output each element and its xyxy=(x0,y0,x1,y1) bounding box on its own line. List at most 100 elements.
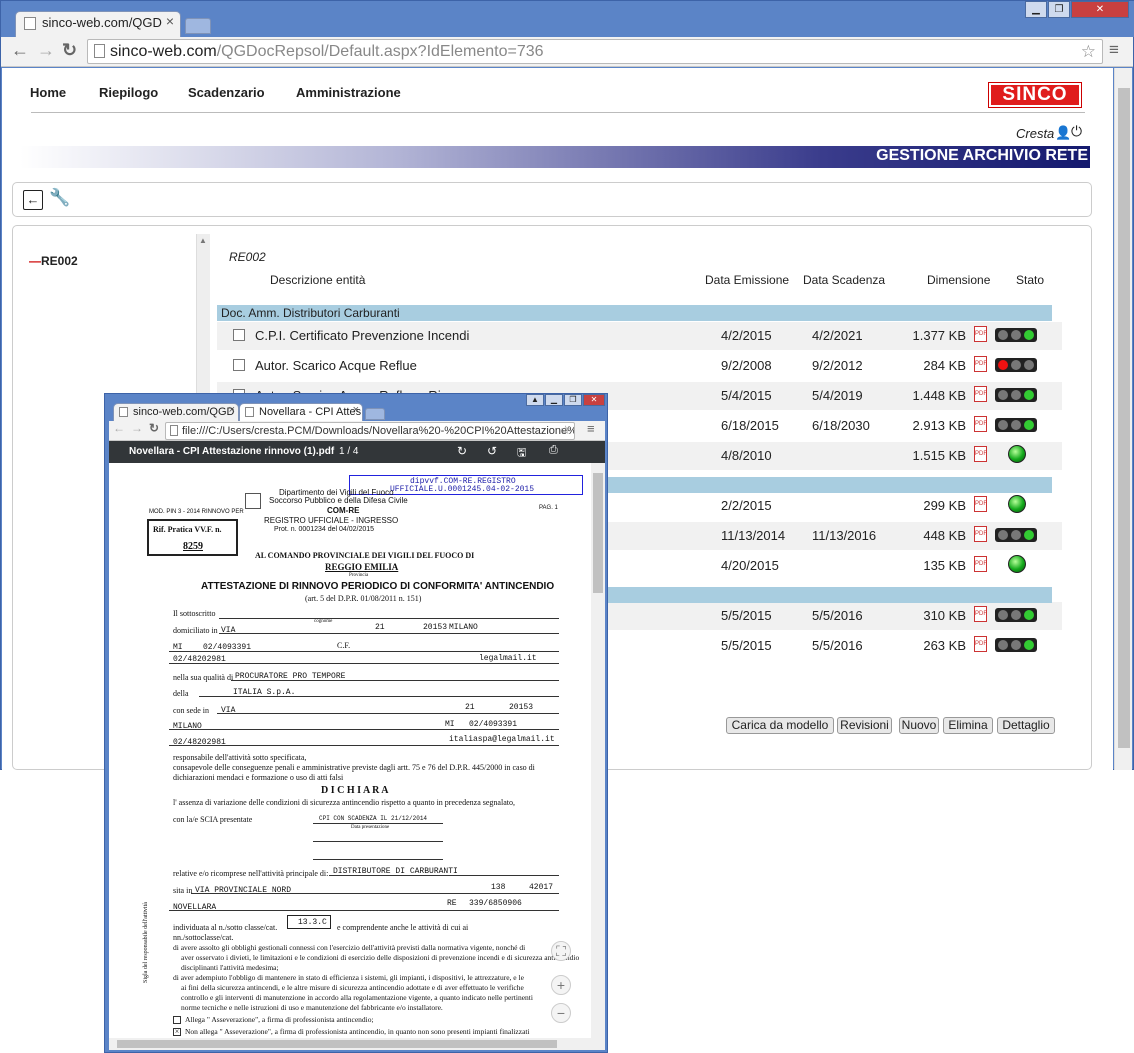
nav-scadenzario[interactable]: Scadenzario xyxy=(188,85,265,100)
pdf-icon[interactable]: PDF xyxy=(974,386,987,402)
bookmark-star-icon[interactable]: ☆ xyxy=(1081,42,1096,62)
close-tab-icon[interactable]: × xyxy=(166,13,174,29)
pdf-icon[interactable]: PDF xyxy=(974,496,987,512)
browser-toolbar: ← → ↻ file:///C:/Users/cresta.PCM/Downlo… xyxy=(109,421,605,441)
reload-icon[interactable]: ↻ xyxy=(149,421,159,435)
nav-riepilogo[interactable]: Riepilogo xyxy=(99,85,158,100)
field-label: con sede in xyxy=(173,706,209,715)
page-scrollbar[interactable] xyxy=(1114,68,1132,770)
status-traffic-light-icon xyxy=(995,638,1037,652)
back-icon[interactable]: ← xyxy=(23,190,43,210)
divider xyxy=(31,112,1085,113)
row-emissione: 9/2/2008 xyxy=(721,358,772,373)
revisioni-button[interactable]: Revisioni xyxy=(837,717,892,734)
entity-code: RE002 xyxy=(229,250,266,264)
pdf-icon[interactable]: PDF xyxy=(974,326,987,342)
col-scadenza: Data Scadenza xyxy=(803,273,886,287)
forward-arrow-icon[interactable]: → xyxy=(131,421,143,435)
close-tab-icon[interactable]: × xyxy=(353,404,359,416)
row-name[interactable]: C.P.I. Certificato Prevenzione Incendi xyxy=(255,328,469,343)
col-dimensione: Dimensione xyxy=(927,273,991,287)
pdf-icon[interactable]: PDF xyxy=(974,556,987,572)
row-emissione: 5/4/2015 xyxy=(721,388,772,403)
new-tab-button[interactable] xyxy=(185,18,211,34)
field-line xyxy=(169,910,559,911)
save-icon[interactable]: 🖫 xyxy=(517,444,526,463)
menu-icon[interactable]: ≡ xyxy=(587,421,595,436)
user-name: Cresta xyxy=(1016,126,1055,141)
table-row[interactable]: Autor. Scarico Acque Reflue 9/2/2008 9/2/2… xyxy=(217,352,1062,380)
zoom-out-icon[interactable]: − xyxy=(551,1003,571,1023)
pdf-icon[interactable]: PDF xyxy=(974,356,987,372)
body-text: disciplinanti l'attività medesima; xyxy=(181,963,279,972)
nav-home[interactable]: Home xyxy=(30,85,66,100)
row-emissione: 2/2/2015 xyxy=(721,498,772,513)
browser-tab[interactable]: sinco-web.com/QGD × xyxy=(113,403,239,421)
nav-amministrazione[interactable]: Amministrazione xyxy=(296,85,401,100)
status-traffic-light-icon xyxy=(995,528,1037,542)
nuovo-button[interactable]: Nuovo xyxy=(899,717,939,734)
restore-button[interactable]: ❐ xyxy=(564,394,582,406)
pdf-icon[interactable]: PDF xyxy=(974,636,987,652)
browser-tab-active[interactable]: Novellara - CPI Attes × xyxy=(239,403,363,421)
body-text: responsabile dell'attività sotto specifi… xyxy=(173,753,307,762)
rotate-ccw-icon[interactable]: ↻ xyxy=(457,444,467,458)
scroll-thumb[interactable] xyxy=(593,473,603,593)
new-tab-button[interactable] xyxy=(365,408,385,420)
wrench-icon[interactable]: 🔧 xyxy=(49,189,70,209)
power-icon[interactable]: ⏻ xyxy=(1071,123,1082,140)
fit-page-icon[interactable]: ⛶ xyxy=(551,941,571,961)
scroll-thumb[interactable] xyxy=(117,1040,557,1048)
row-checkbox[interactable] xyxy=(233,359,245,371)
minimize-button[interactable]: ▁ xyxy=(1025,1,1047,18)
field-label: nella sua qualità di xyxy=(173,673,234,682)
pdf-icon[interactable]: PDF xyxy=(974,416,987,432)
minimize-button[interactable]: ▁ xyxy=(545,394,563,406)
group-header[interactable]: Doc. Amm. Distributori Carburanti xyxy=(217,305,1052,321)
row-scadenza: 5/4/2019 xyxy=(812,388,863,403)
field-line xyxy=(313,823,443,824)
user-icon[interactable]: ▲ xyxy=(526,394,544,406)
address-bar[interactable]: sinco-web.com/QGDocRepsol/Default.aspx?I… xyxy=(87,39,1103,64)
dettaglio-button[interactable]: Dettaglio xyxy=(997,717,1055,734)
menu-icon[interactable]: ≡ xyxy=(1109,40,1119,60)
row-checkbox[interactable] xyxy=(233,329,245,341)
close-tab-icon[interactable]: × xyxy=(229,404,235,416)
print-icon[interactable]: ⎙ xyxy=(549,444,558,457)
restore-button[interactable]: ❐ xyxy=(1048,1,1070,18)
reload-icon[interactable]: ↻ xyxy=(62,40,77,61)
pdf-icon[interactable]: PDF xyxy=(974,526,987,542)
address-bar[interactable]: file:///C:/Users/cresta.PCM/Downloads/No… xyxy=(165,422,575,440)
close-window-button[interactable]: ✕ xyxy=(1071,1,1129,18)
pdf-icon[interactable]: PDF xyxy=(974,606,987,622)
pdf-icon[interactable]: PDF xyxy=(974,446,987,462)
field-line xyxy=(219,618,559,619)
row-size: 1.377 KB xyxy=(912,328,967,343)
bookmark-star-icon[interactable]: ☆ xyxy=(560,423,571,437)
sinco-logo: SINCO xyxy=(988,82,1082,108)
carica-da-modello-button[interactable]: Carica da modello xyxy=(726,717,834,734)
back-arrow-icon[interactable]: ← xyxy=(11,40,29,61)
browser-tab[interactable]: sinco-web.com/QGD × xyxy=(15,11,181,37)
zoom-in-icon[interactable]: + xyxy=(551,975,571,995)
status-traffic-light-icon xyxy=(995,388,1037,402)
close-window-button[interactable]: ✕ xyxy=(583,394,605,406)
pdf-horizontal-scrollbar[interactable] xyxy=(109,1038,605,1050)
scroll-thumb[interactable] xyxy=(1118,88,1130,748)
tree-root[interactable]: —RE002 xyxy=(29,254,78,268)
field-value: MI xyxy=(445,720,455,729)
table-row[interactable]: C.P.I. Certificato Prevenzione Incendi 4/… xyxy=(217,322,1062,350)
tree-toggle-icon[interactable]: — xyxy=(29,254,41,268)
body-text: Non allega " Asseverazione", a firma di … xyxy=(185,1027,530,1036)
user-icon[interactable]: 👤 xyxy=(1055,125,1071,141)
row-name[interactable]: Autor. Scarico Acque Reflue xyxy=(255,358,417,373)
pdf-vertical-scrollbar[interactable] xyxy=(591,463,605,1038)
back-arrow-icon[interactable]: ← xyxy=(113,421,125,435)
elimina-button[interactable]: Elimina xyxy=(943,717,993,734)
status-traffic-light-icon xyxy=(995,328,1037,342)
field-value: 20153 xyxy=(509,703,534,712)
row-size: 448 KB xyxy=(923,528,966,543)
field-value: 42017 xyxy=(529,883,554,892)
forward-arrow-icon[interactable]: → xyxy=(37,40,55,61)
rotate-cw-icon[interactable]: ↺ xyxy=(487,444,497,458)
